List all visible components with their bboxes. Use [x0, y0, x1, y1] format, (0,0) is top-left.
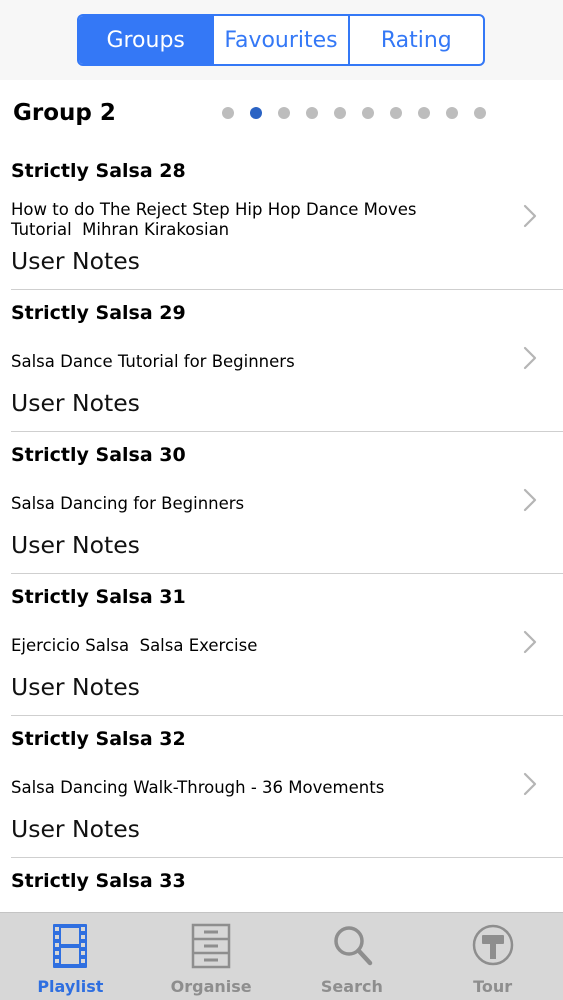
page-dot: [362, 107, 374, 119]
item-title: Strictly Salsa 28: [11, 160, 186, 182]
chevron-right-icon: [523, 346, 537, 370]
top-bar: Groups Favourites Rating: [0, 0, 563, 80]
item-subtitle: Salsa Dancing Walk-Through - 36 Movement…: [11, 778, 385, 797]
chevron-right-icon: [523, 772, 537, 796]
item-notes: User Notes: [11, 531, 140, 559]
list-item[interactable]: Strictly Salsa 29 Salsa Dance Tutorial f…: [0, 290, 563, 432]
item-title: Strictly Salsa 33: [11, 870, 186, 892]
group-header: Group 2: [0, 80, 563, 148]
item-title: Strictly Salsa 32: [11, 728, 186, 750]
chevron-right-icon: [523, 488, 537, 512]
tab-label: Playlist: [37, 977, 104, 996]
chevron-right-icon: [523, 204, 537, 228]
tab-tour[interactable]: Tour: [422, 913, 563, 1000]
item-subtitle: Salsa Dancing for Beginners: [11, 494, 245, 513]
list-item[interactable]: Strictly Salsa 30 Salsa Dancing for Begi…: [0, 432, 563, 574]
tab-bar: Playlist Organise Search Tour: [0, 912, 563, 1000]
list-item[interactable]: Strictly Salsa 32 Salsa Dancing Walk-Thr…: [0, 716, 563, 858]
tab-label: Organise: [170, 977, 252, 996]
page-dot: [278, 107, 290, 119]
page-dot: [334, 107, 346, 119]
page-dot: [446, 107, 458, 119]
list-item[interactable]: Strictly Salsa 28 How to do The Reject S…: [0, 148, 563, 290]
chevron-right-icon: [523, 630, 537, 654]
page-dot: [222, 107, 234, 119]
tab-label: Search: [320, 977, 383, 996]
list-item[interactable]: Strictly Salsa 33: [0, 858, 563, 912]
tour-sign-icon: [472, 924, 513, 966]
cabinet-icon: [191, 923, 231, 969]
magnifier-icon: [334, 926, 373, 966]
item-title: Strictly Salsa 30: [11, 444, 186, 466]
film-strip-icon: [53, 924, 88, 968]
page-dot-active: [250, 107, 262, 119]
item-notes: User Notes: [11, 247, 140, 275]
segment-groups[interactable]: Groups: [79, 16, 213, 64]
page-dot: [418, 107, 430, 119]
item-notes: User Notes: [11, 673, 140, 701]
group-title: Group 2: [13, 100, 116, 126]
page-dot: [390, 107, 402, 119]
item-title: Strictly Salsa 29: [11, 302, 186, 324]
page-dot: [306, 107, 318, 119]
item-title: Strictly Salsa 31: [11, 586, 186, 608]
item-notes: User Notes: [11, 815, 140, 843]
tab-organise[interactable]: Organise: [141, 913, 282, 1000]
segment-rating[interactable]: Rating: [347, 16, 483, 64]
tab-search[interactable]: Search: [282, 913, 423, 1000]
item-notes: User Notes: [11, 389, 140, 417]
page-indicator[interactable]: [222, 107, 486, 119]
view-segmented-control: Groups Favourites Rating: [77, 14, 485, 66]
item-subtitle: Salsa Dance Tutorial for Beginners: [11, 352, 295, 371]
page-dot: [474, 107, 486, 119]
playlist-list: Strictly Salsa 28 How to do The Reject S…: [0, 148, 563, 912]
item-subtitle: How to do The Reject Step Hip Hop Dance …: [11, 200, 417, 239]
tab-label: Tour: [473, 977, 513, 996]
item-subtitle: Ejercicio Salsa Salsa Exercise: [11, 636, 258, 655]
list-item[interactable]: Strictly Salsa 31 Ejercicio Salsa Salsa …: [0, 574, 563, 716]
tab-playlist[interactable]: Playlist: [0, 913, 141, 1000]
segment-favourites[interactable]: Favourites: [212, 16, 347, 64]
